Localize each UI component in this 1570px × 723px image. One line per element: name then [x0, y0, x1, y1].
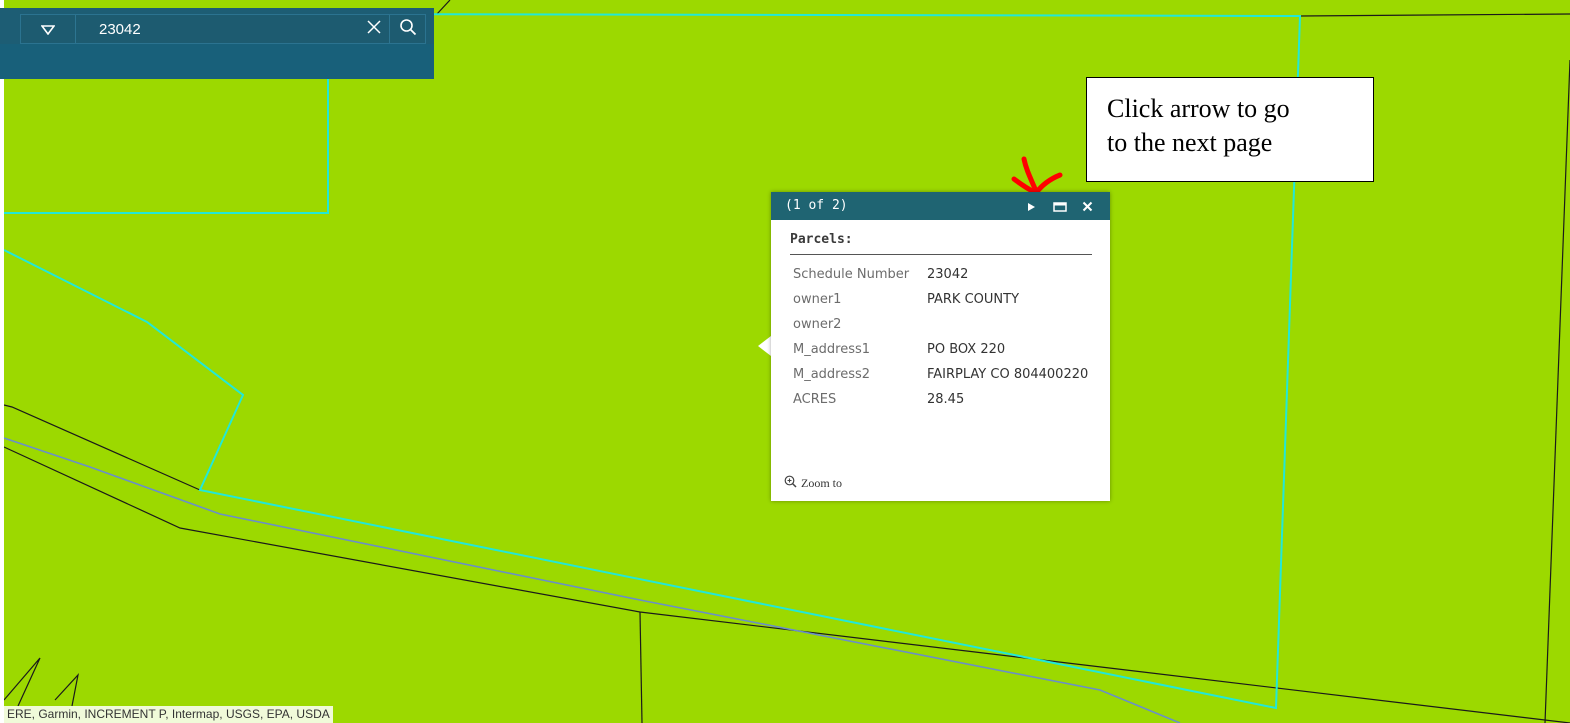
zoom-in-icon	[784, 475, 801, 492]
search-icon	[399, 18, 417, 40]
red-annotation-arrow-icon	[1011, 156, 1063, 196]
attribute-value: PO BOX 220	[927, 342, 1006, 357]
close-icon	[1082, 197, 1093, 216]
popup-header: (1 of 2)	[771, 192, 1110, 220]
parcel-boundary	[1544, 59, 1570, 723]
search-button[interactable]	[389, 15, 426, 43]
search-input[interactable]	[77, 15, 379, 43]
feature-popup: (1 of 2) Parcels: Schedule Number 23042 ow…	[771, 192, 1110, 501]
popup-pointer	[758, 336, 771, 356]
attribute-table: Schedule Number 23042 owner1 PARK COUNTY own…	[790, 263, 1092, 413]
search-source-dropdown[interactable]	[21, 15, 76, 43]
zoom-to-link[interactable]: Zoom to	[784, 475, 842, 492]
parcel-boundary	[3, 657, 41, 707]
search-results-strip	[0, 44, 434, 79]
triangle-down-icon	[40, 20, 56, 39]
attribute-key: M_address1	[793, 342, 871, 357]
attribute-key: owner1	[793, 292, 842, 307]
map-left-edge	[0, 0, 4, 723]
map-attribution: ERE, Garmin, INCREMENT P, Intermap, USGS…	[4, 706, 333, 723]
play-next-icon	[1026, 197, 1036, 216]
parcel-boundary	[639, 611, 643, 723]
attribute-row: ACRES 28.45	[790, 388, 1092, 413]
maximize-button[interactable]	[1051, 197, 1069, 215]
attribute-key: ACRES	[793, 392, 837, 407]
search-bar	[20, 14, 426, 44]
parcel-boundary	[1299, 13, 1570, 17]
attribute-row: owner2	[790, 313, 1092, 338]
attribute-key: Schedule Number	[793, 267, 910, 282]
parcel-boundary	[436, 0, 451, 15]
attribute-key: M_address2	[793, 367, 871, 382]
attribute-value: 23042	[927, 267, 969, 282]
attribute-value: PARK COUNTY	[927, 292, 1020, 307]
popup-close-button[interactable]	[1078, 197, 1096, 215]
attribute-row: owner1 PARK COUNTY	[790, 288, 1092, 313]
callout-line-2: to the next page	[1107, 128, 1273, 157]
attribute-row: M_address1 PO BOX 220	[790, 338, 1092, 363]
close-icon	[366, 19, 382, 39]
neighbor-parcel-boundary	[4, 78, 329, 214]
attribute-key: owner2	[793, 317, 842, 332]
next-feature-button[interactable]	[1022, 197, 1040, 215]
attribute-value: 28.45	[927, 392, 965, 407]
attribute-value: FAIRPLAY CO 804400220	[927, 367, 1089, 382]
search-widget	[0, 8, 434, 79]
callout-line-1: Click arrow to go	[1107, 94, 1290, 123]
popup-layer-title: Parcels:	[790, 232, 1092, 255]
attribute-row: Schedule Number 23042	[790, 263, 1092, 288]
attribute-value	[927, 313, 1092, 338]
attribute-row: M_address2 FAIRPLAY CO 804400220	[790, 363, 1092, 388]
zoom-to-label: Zoom to	[801, 476, 842, 490]
popup-content: Parcels: Schedule Number 23042 owner1 PARK …	[790, 232, 1092, 413]
parcel-boundary	[54, 673, 79, 707]
annotation-callout: Click arrow to go to the next page	[1086, 77, 1374, 182]
maximize-icon	[1053, 197, 1067, 216]
search-clear-button[interactable]	[359, 15, 389, 43]
popup-counter: (1 of 2)	[785, 198, 848, 213]
